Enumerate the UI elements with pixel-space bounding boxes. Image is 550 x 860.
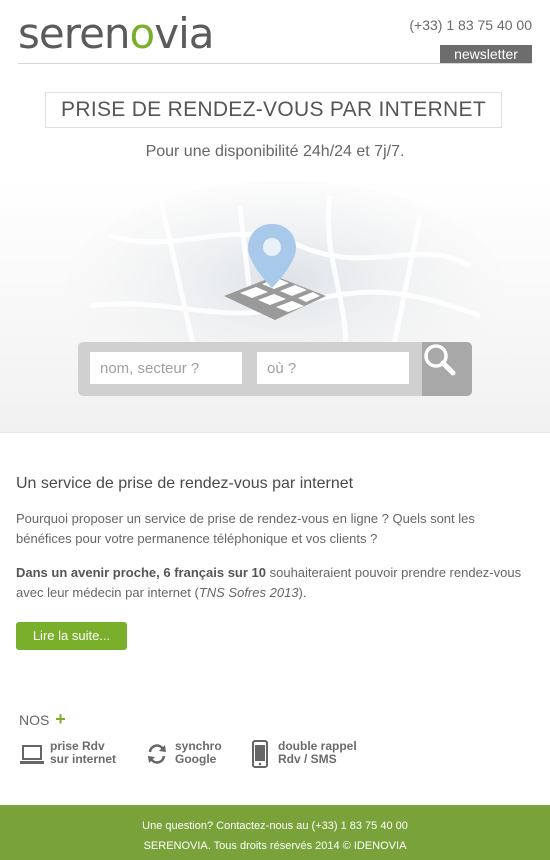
feature-label: prise Rdv sur internet xyxy=(50,739,117,766)
serenovia-logo[interactable]: serenovia xyxy=(18,9,215,58)
features-heading-label: NOS xyxy=(19,712,50,728)
search-name-input[interactable] xyxy=(90,352,242,384)
feature-double-reminder[interactable]: double rappel Rdv / SMS xyxy=(248,740,357,768)
newsletter-button[interactable]: newsletter xyxy=(440,45,532,64)
stat-paragraph: Dans un avenir proche, 6 français sur 10… xyxy=(16,563,534,603)
footer-copyright: SERENOVIA. Tous droits réservés 2014 © I… xyxy=(143,840,407,852)
stat-source: TNS Sofres 2013 xyxy=(198,585,299,600)
search-bar xyxy=(78,342,472,396)
logo-power-icon: o xyxy=(129,9,156,58)
plus-icon: + xyxy=(55,709,66,729)
header-phone[interactable]: (+33) 1 83 75 40 00 xyxy=(409,17,532,33)
intro-paragraph: Pourquoi proposer un service de prise de… xyxy=(16,511,475,546)
features-heading: NOS + xyxy=(19,709,66,730)
search-icon xyxy=(424,344,456,376)
footer-contact[interactable]: Une question? Contactez-nous au (+33) 1 … xyxy=(0,805,550,836)
feature-online-booking[interactable]: prise Rdv sur internet xyxy=(20,740,116,768)
feature-google-sync[interactable]: synchro Google xyxy=(145,740,222,768)
feature-label: synchro Google xyxy=(175,739,222,766)
search-button[interactable] xyxy=(422,342,472,396)
phone-icon xyxy=(252,740,268,768)
laptop-icon xyxy=(20,745,44,764)
feature-label: double rappel Rdv / SMS xyxy=(278,739,357,766)
stat-end: ). xyxy=(298,585,307,600)
header: serenovia (+33) 1 83 75 40 00 newsletter xyxy=(0,0,550,70)
page-title: PRISE DE RENDEZ-VOUS PAR INTERNET xyxy=(45,92,502,128)
header-divider xyxy=(18,63,532,64)
stat-highlight: Dans un avenir proche, 6 français sur 10 xyxy=(16,565,266,580)
page-subtitle: Pour une disponibilité 24h/24 et 7j/7. xyxy=(145,143,405,160)
logo-text-prefix: seren xyxy=(18,9,131,58)
search-where-input[interactable] xyxy=(257,352,409,384)
hero-map xyxy=(0,176,550,433)
sync-icon xyxy=(148,744,166,764)
logo-text-suffix: via xyxy=(154,9,214,58)
read-more-button[interactable]: Lire la suite... xyxy=(16,622,127,650)
footer: Une question? Contactez-nous au (+33) 1 … xyxy=(0,805,550,860)
section-title: Un service de prise de rendez-vous par i… xyxy=(16,475,354,492)
